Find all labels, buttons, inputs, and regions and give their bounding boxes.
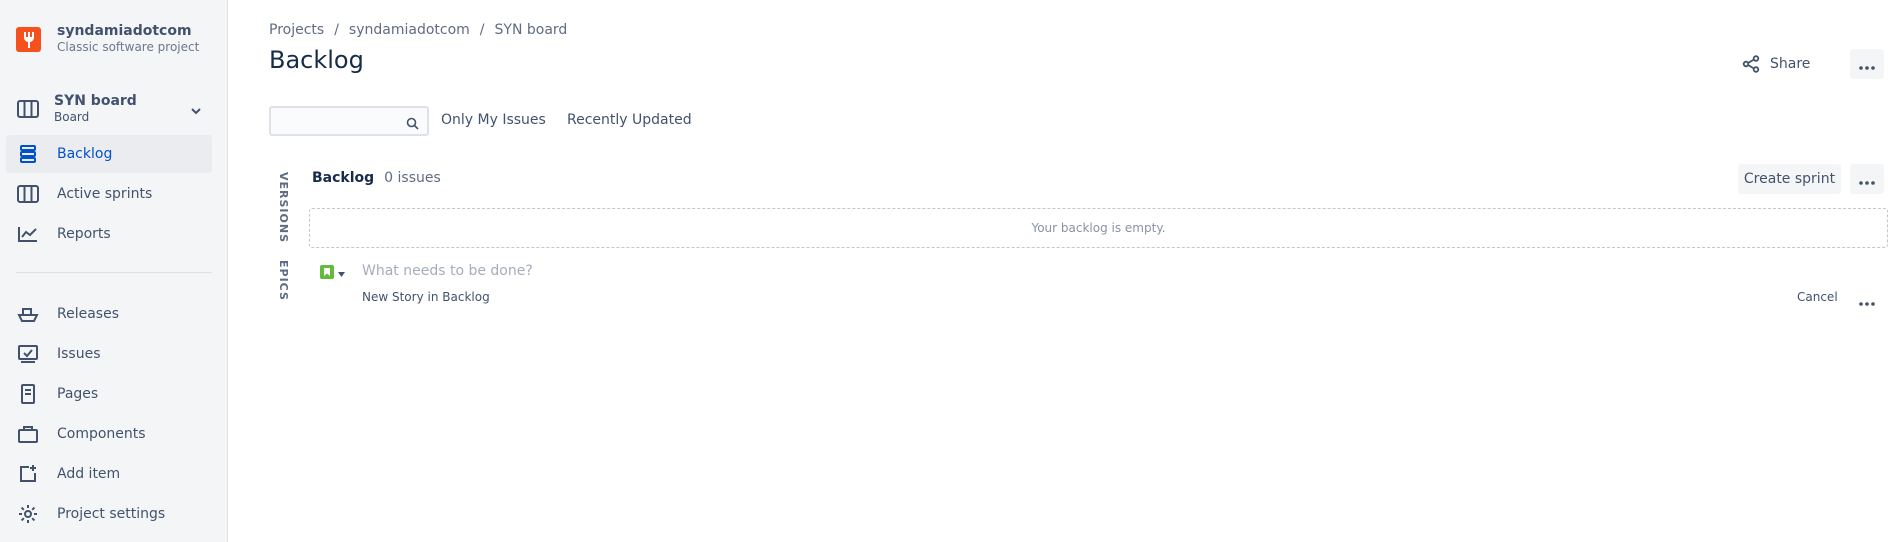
empty-message: Your backlog is empty. <box>1031 221 1166 235</box>
ship-icon <box>16 302 40 326</box>
backlog-header: Backlog 0 issues <box>312 170 441 186</box>
board-name: SYN board <box>54 93 137 109</box>
sidebar-item-releases[interactable]: Releases <box>6 295 212 333</box>
breadcrumb-board[interactable]: SYN board <box>495 22 568 38</box>
backlog-icon <box>16 142 40 166</box>
breadcrumb: Projects / syndamiadotcom / SYN board <box>269 22 567 38</box>
sidebar-item-label: Releases <box>57 306 119 322</box>
sidebar-item-project-settings[interactable]: Project settings <box>6 495 212 533</box>
sidebar-item-issues[interactable]: Issues <box>6 335 212 373</box>
share-label: Share <box>1770 56 1811 72</box>
component-icon <box>16 422 40 446</box>
issue-type-selector[interactable] <box>320 262 345 281</box>
more-icon <box>1859 291 1875 310</box>
sidebar-item-backlog[interactable]: Backlog <box>6 135 212 173</box>
backlog-more-button[interactable] <box>1850 164 1884 194</box>
new-story-hint: New Story in Backlog <box>362 290 490 304</box>
new-issue-more-button[interactable] <box>1850 285 1884 315</box>
search-field[interactable] <box>269 106 429 136</box>
breadcrumb-projects[interactable]: Projects <box>269 22 324 38</box>
backlog-title: Backlog <box>312 170 375 186</box>
create-sprint-button[interactable]: Create sprint <box>1738 164 1841 194</box>
sidebar-item-label: Components <box>57 426 146 442</box>
sidebar-item-label: Pages <box>57 386 99 402</box>
chevron-down-icon[interactable] <box>190 102 202 121</box>
breadcrumb-separator: / <box>479 22 485 38</box>
sidebar-divider <box>16 272 212 273</box>
board-selector[interactable]: SYN board Board <box>16 92 212 126</box>
sidebar-item-label: Active sprints <box>57 186 153 202</box>
breadcrumb-project[interactable]: syndamiadotcom <box>349 22 470 38</box>
page-more-button[interactable] <box>1850 49 1884 79</box>
line-chart-icon <box>16 222 40 246</box>
project-name: syndamiadotcom <box>57 23 192 39</box>
sidebar-item-pages[interactable]: Pages <box>6 375 212 413</box>
story-icon <box>320 264 334 279</box>
board-icon <box>16 97 40 121</box>
caret-down-icon <box>338 262 345 281</box>
sidebar-item-active-sprints[interactable]: Active sprints <box>6 175 212 213</box>
sidebar: syndamiadotcom Classic software project … <box>0 0 228 542</box>
cancel-button[interactable]: Cancel <box>1797 290 1838 304</box>
issues-icon <box>16 342 40 366</box>
page-title: Backlog <box>269 46 364 74</box>
project-avatar <box>16 27 41 52</box>
sidebar-item-label: Add item <box>57 466 121 482</box>
share-icon <box>1742 55 1760 73</box>
sidebar-item-label: Backlog <box>57 146 113 162</box>
more-icon <box>1859 170 1875 189</box>
new-issue-summary-input[interactable] <box>362 260 962 282</box>
sidebar-item-components[interactable]: Components <box>6 415 212 453</box>
search-icon[interactable] <box>406 115 419 134</box>
sidebar-item-label: Project settings <box>57 506 166 522</box>
main-content: Projects / syndamiadotcom / SYN board Ba… <box>269 0 1899 542</box>
add-item-icon <box>16 462 40 486</box>
sidebar-item-add-item[interactable]: Add item <box>6 455 212 493</box>
sidebar-item-reports[interactable]: Reports <box>6 215 212 253</box>
more-icon <box>1859 55 1875 74</box>
filter-only-my-issues[interactable]: Only My Issues <box>441 110 546 130</box>
project-type: Classic software project <box>57 40 200 54</box>
filter-recently-updated[interactable]: Recently Updated <box>567 110 692 130</box>
board-subtitle: Board <box>54 110 90 124</box>
backlog-empty-state: Your backlog is empty. <box>309 208 1888 248</box>
wrench-icon <box>23 31 34 48</box>
tab-versions[interactable]: VERSIONS <box>277 172 290 243</box>
share-button[interactable]: Share <box>1742 50 1810 78</box>
project-header[interactable]: syndamiadotcom Classic software project <box>16 22 199 55</box>
page-icon <box>16 382 40 406</box>
breadcrumb-separator: / <box>334 22 339 38</box>
tab-epics[interactable]: EPICS <box>277 260 290 301</box>
sidebar-item-label: Issues <box>57 346 101 362</box>
gear-icon <box>16 502 40 526</box>
board-columns-icon <box>16 182 40 206</box>
sidebar-item-label: Reports <box>57 226 111 242</box>
backlog-issue-count: 0 issues <box>384 170 441 186</box>
search-input[interactable] <box>271 108 399 134</box>
